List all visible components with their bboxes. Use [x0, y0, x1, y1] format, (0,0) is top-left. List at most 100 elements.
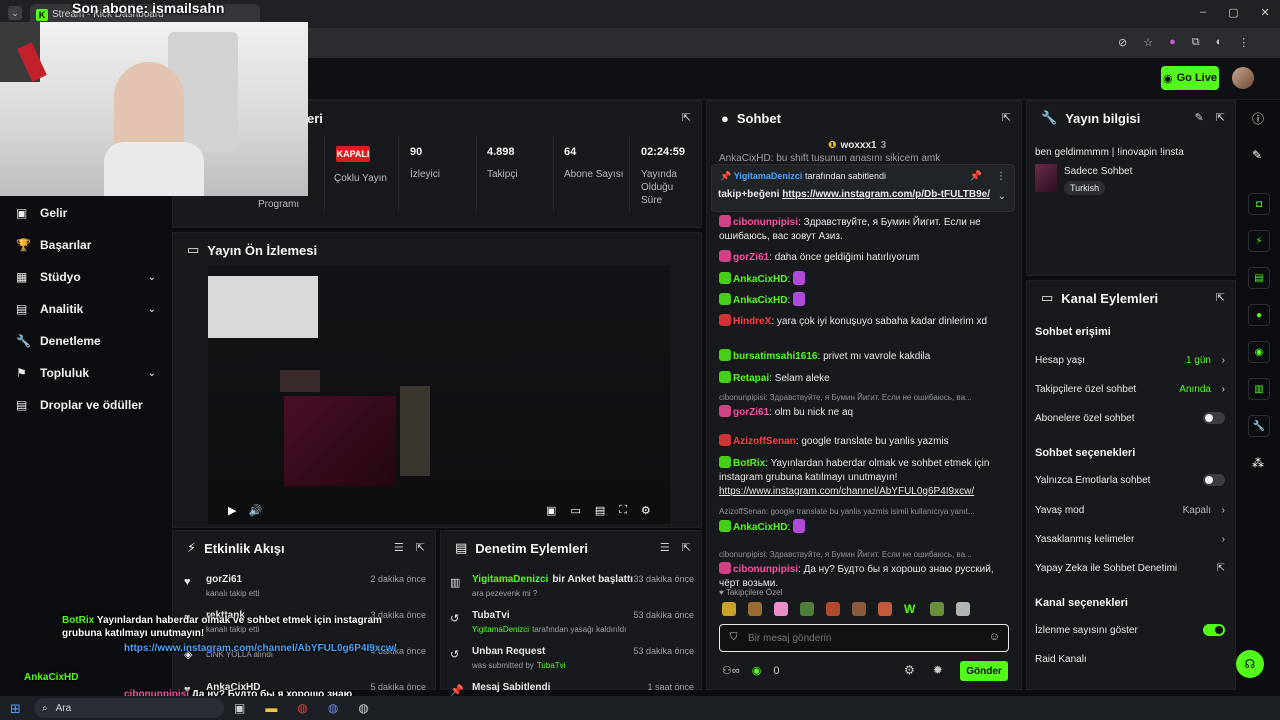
settings-row[interactable]: Yalnızca Emotlarla sohbet	[1035, 472, 1225, 488]
emote[interactable]	[800, 602, 814, 616]
settings-row[interactable]: Yapay Zeka ile Sohbet Denetimi ⇱	[1035, 560, 1225, 576]
settings-row[interactable]: Abonelere özel sohbet	[1035, 410, 1225, 426]
moderation-item[interactable]: ↺ Unban Request was submitted by TubaTvi 53 …	[448, 646, 694, 676]
chat-message[interactable]: cibonunpipisi: Здравствуйте, я Бумин Йиг…	[719, 548, 1015, 591]
chat-message[interactable]: HindreX: yara çok iyi konuşuyo sabaha ka…	[719, 314, 1015, 329]
emote[interactable]	[930, 602, 944, 616]
popout-icon[interactable]: ⇱	[682, 541, 691, 554]
close-icon[interactable]: ✕	[1261, 6, 1270, 19]
emote[interactable]	[774, 602, 788, 616]
chat-message[interactable]: bursatimsahi1616: privet mı vavrole kakd…	[719, 349, 1015, 364]
chat-username[interactable]: gorZi61	[733, 252, 769, 263]
settings-row[interactable]: İzlenme sayısını göster	[1035, 622, 1225, 638]
emote[interactable]	[956, 602, 970, 616]
chat-username[interactable]: cibonunpipisi	[733, 217, 798, 228]
chat-username[interactable]: AzizoffSenan	[733, 436, 796, 447]
rail-document-icon[interactable]: ▤	[1248, 267, 1270, 289]
emote[interactable]	[878, 602, 892, 616]
task-view-icon[interactable]: ▣	[234, 701, 245, 715]
users-infinity-icon[interactable]: ⚇∞	[722, 664, 740, 677]
sidebar-item-5[interactable]: ⚑ Topluluk ⌄	[16, 363, 164, 383]
menu-dots-icon[interactable]: ⋮	[1238, 36, 1249, 49]
settings-icon[interactable]: ⚙	[641, 504, 651, 517]
rail-lightning-icon[interactable]: ⚡	[1248, 230, 1270, 252]
emote[interactable]	[852, 602, 866, 616]
chat-username[interactable]: BotRix	[733, 458, 765, 469]
puzzle-icon[interactable]: ⧉	[1192, 36, 1200, 49]
chat-username[interactable]: AnkaCixHD	[733, 274, 787, 285]
sidebar-item-4[interactable]: 🔧 Denetleme	[16, 331, 164, 351]
pip-icon[interactable]: ▣	[546, 504, 556, 517]
chat-message[interactable]: cibonunpipisi: Здравствуйте, я Бумин Йиг…	[719, 391, 1015, 420]
maximize-icon[interactable]: ▢	[1228, 6, 1238, 19]
rail-chat-icon[interactable]: ●	[1248, 304, 1270, 326]
go-live-button[interactable]: ◉ Go Live	[1161, 66, 1219, 90]
emote[interactable]	[826, 602, 840, 616]
volume-icon[interactable]: 🔊	[248, 504, 262, 517]
sidebar-item-6[interactable]: ▤ Droplar ve ödüller	[16, 395, 164, 415]
moderation-item[interactable]: ▥ YigitamaDenizci bir Anket başlattı ara pe…	[448, 574, 694, 604]
rail-wrench-icon[interactable]: 🔧	[1248, 415, 1270, 437]
send-button[interactable]: Gönder	[960, 661, 1008, 681]
rail-share-icon[interactable]: ⁂	[1252, 456, 1264, 470]
top-gifter[interactable]: ❶ woxxx1 3	[828, 140, 886, 151]
chat-settings-icon[interactable]: ⚙	[904, 663, 915, 677]
support-headset-icon[interactable]: ☊	[1236, 650, 1264, 678]
play-icon[interactable]: ▶	[228, 504, 236, 517]
moderation-item[interactable]: ↺ TubaTvi YigitamaDenizci tarafından yasağı…	[448, 610, 694, 640]
more-icon[interactable]: ⋮	[996, 171, 1006, 182]
info-icon[interactable]: ⓘ	[1252, 110, 1264, 127]
emote[interactable]	[748, 602, 762, 616]
chat-message[interactable]: cibonunpipisi: Здравствуйте, я Бумин Йиг…	[719, 215, 1015, 244]
fullscreen-icon[interactable]: ⛶	[619, 504, 627, 517]
discord-icon[interactable]: ◍	[328, 701, 338, 715]
minimize-icon[interactable]: –	[1200, 6, 1206, 19]
activity-item[interactable]: ♥ gorZi61 kanalı takip etti 2 dakika önce	[182, 574, 436, 604]
filter-icon[interactable]: ☰	[660, 541, 670, 554]
bookmark-star-icon[interactable]: ☆	[1143, 36, 1153, 49]
sidebar-item-3[interactable]: ▤ Analitik ⌄	[16, 299, 164, 319]
windows-start-icon[interactable]: ⊞	[10, 701, 21, 717]
popout-icon[interactable]: ⇱	[1216, 111, 1225, 124]
chat-message[interactable]: AnkaCixHD:	[719, 292, 1015, 308]
unpin-icon[interactable]: 📌	[970, 171, 982, 182]
rail-layout-icon[interactable]: ▥	[1248, 378, 1270, 400]
category-name[interactable]: Sadece Sohbet	[1064, 166, 1132, 177]
sidebar-item-1[interactable]: 🏆 Başarılar	[16, 235, 164, 255]
chat-message[interactable]: gorZi61: daha önce geldiğimi hatırlıyoru…	[719, 250, 1015, 265]
popout-icon[interactable]: ⇱	[682, 111, 691, 124]
pencil-icon[interactable]: ✎	[1252, 148, 1262, 162]
chat-message[interactable]: AnkaCixHD:	[719, 271, 1015, 287]
theater-icon[interactable]: ▭	[570, 504, 580, 517]
chat-message[interactable]: AzizoffSenan: google translate bu yanlis…	[719, 434, 1015, 449]
chat-message[interactable]: AzizoffSenan: google translate bu yanlis…	[719, 505, 1015, 535]
chrome-icon[interactable]: ◍	[297, 701, 307, 715]
chat-link[interactable]: https://www.instagram.com/channel/AbYFUL…	[719, 485, 1015, 499]
chat-username[interactable]: HindreX	[733, 316, 771, 327]
emote[interactable]	[722, 602, 736, 616]
sidebar-item-0[interactable]: ▣ Gelir	[16, 203, 164, 223]
toggle-switch[interactable]	[1203, 474, 1225, 486]
chat-username[interactable]: bursatimsahi1616	[733, 351, 818, 362]
settings-row[interactable]: Yasaklanmış kelimeler ›	[1035, 531, 1225, 547]
layout-icon[interactable]: ▤	[595, 504, 605, 517]
language-tag[interactable]: Turkish	[1064, 181, 1106, 195]
popout-icon[interactable]: ⇱	[1216, 291, 1225, 304]
chat-username[interactable]: AnkaCixHD	[733, 522, 787, 533]
obs-icon[interactable]: ◍	[358, 701, 368, 715]
settings-row[interactable]: Yavaş mod Kapalı ›	[1035, 502, 1225, 518]
tab-search-button[interactable]: ⌄	[8, 6, 22, 20]
popout-icon[interactable]: ⇱	[1002, 111, 1011, 124]
settings-row[interactable]: Raid Kanalı	[1035, 651, 1225, 667]
toggle-switch[interactable]	[1203, 412, 1225, 424]
sidebar-item-2[interactable]: ▦ Stüdyo ⌄	[16, 267, 164, 287]
pinned-message[interactable]: 📌 YigitamaDenizci tarafından sabitlendi …	[711, 164, 1015, 212]
settings-row[interactable]: Takipçilere özel sohbet Anında ›	[1035, 381, 1225, 397]
filter-icon[interactable]: ☰	[394, 541, 404, 554]
mute-icon[interactable]: ⊘	[1118, 36, 1127, 49]
user-avatar[interactable]	[1232, 67, 1254, 89]
settings-row[interactable]: Hesap yaşı 1 gün ›	[1035, 352, 1225, 368]
chat-username[interactable]: Retapai	[733, 373, 769, 384]
chat-username[interactable]: gorZi61	[733, 407, 769, 418]
popout-icon[interactable]: ⇱	[416, 541, 425, 554]
